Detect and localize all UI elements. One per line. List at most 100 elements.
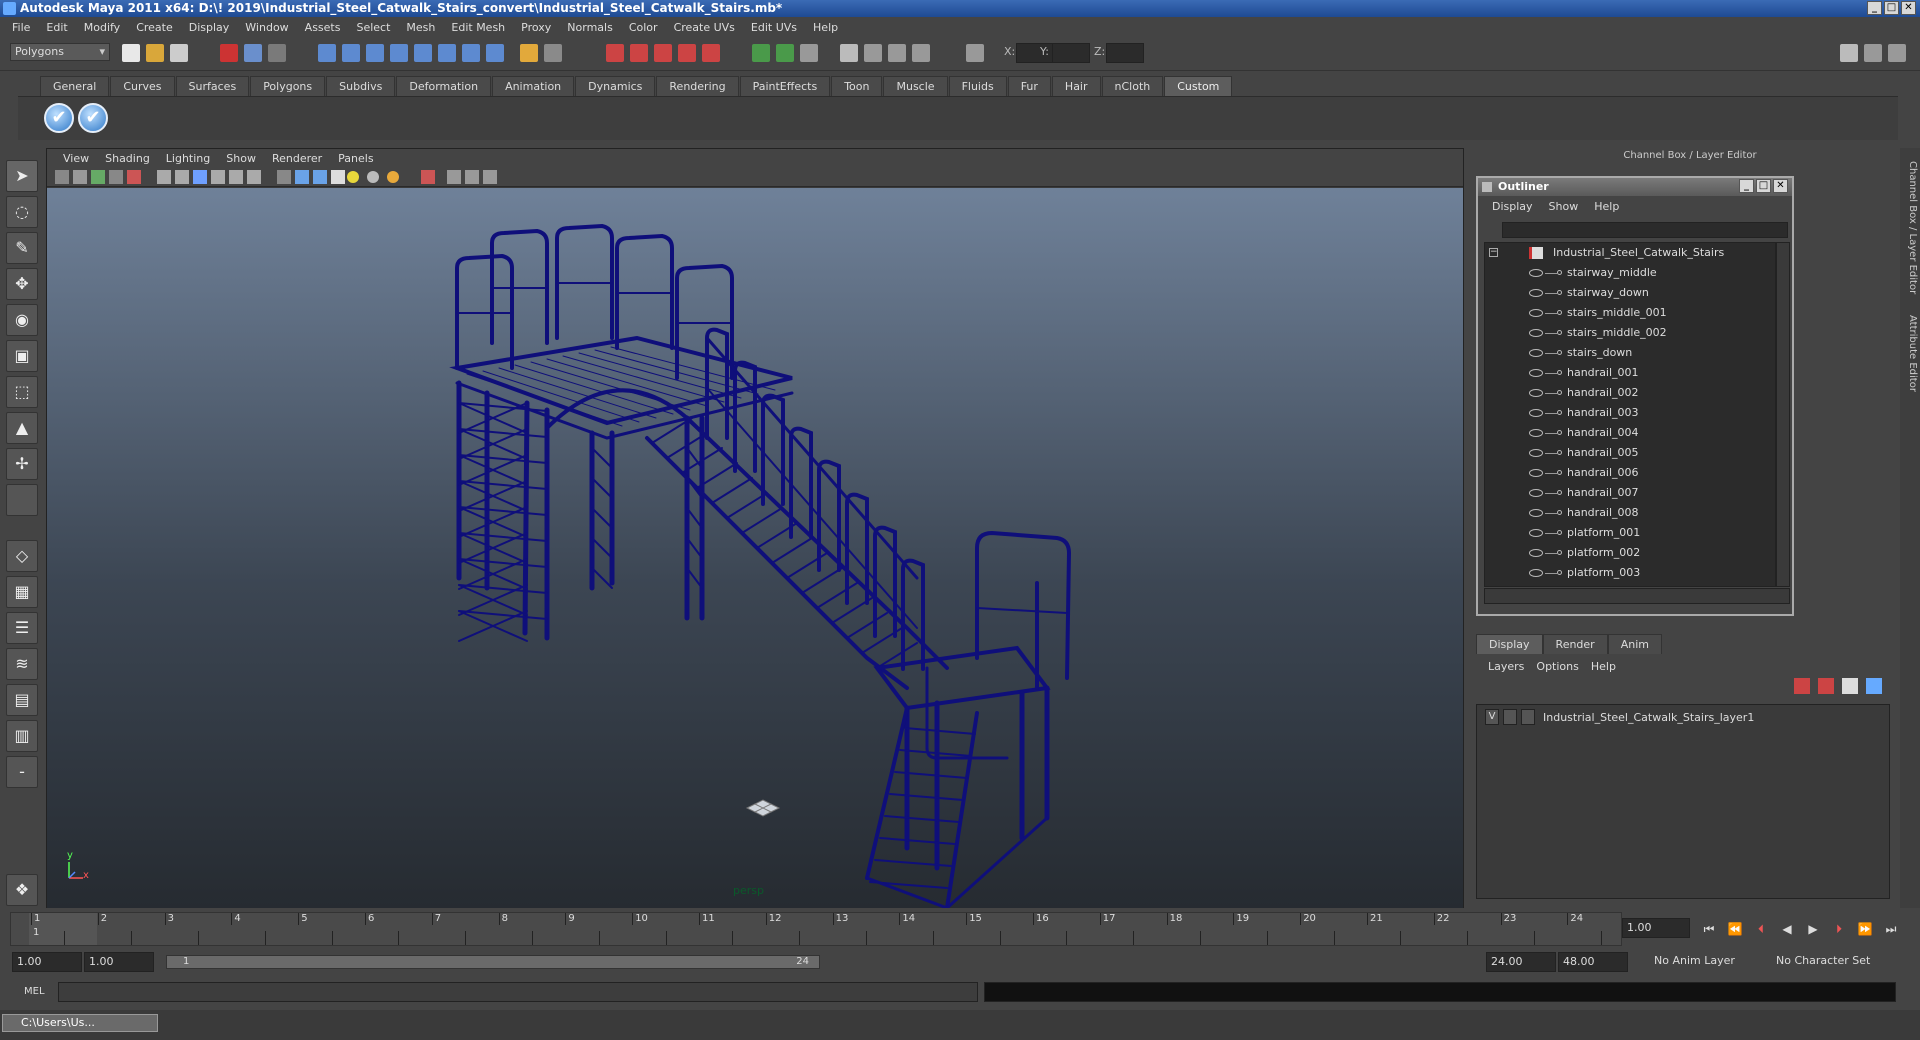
vp-menu-renderer[interactable]: Renderer [264,152,330,165]
render-settings-icon[interactable] [654,44,672,62]
shelf-tab-subdivs[interactable]: Subdivs [326,76,396,96]
vp-menu-show[interactable]: Show [218,152,264,165]
outliner-menu-display[interactable]: Display [1484,200,1541,213]
play-backward-button[interactable]: ◀ [1776,920,1798,938]
shelf-tab-muscle[interactable]: Muscle [883,76,948,96]
menu-edit-mesh[interactable]: Edit Mesh [443,21,513,34]
z-field[interactable] [1106,43,1144,63]
outliner-item[interactable]: stairway_down [1485,283,1775,303]
outliner-item[interactable]: platform_003 [1485,563,1775,583]
vp-menu-shading[interactable]: Shading [97,152,158,165]
toggle-b-icon[interactable] [776,44,794,62]
viewport-toolbar-icons[interactable] [47,167,647,187]
shelf-check-button-1[interactable]: ✔ [44,103,74,133]
menu-edit[interactable]: Edit [38,21,75,34]
collapse-toggle-icon[interactable]: − [1489,248,1498,257]
side-tab-attribute-editor[interactable]: Attribute Editor [1902,308,1918,398]
menu-window[interactable]: Window [237,21,296,34]
panel-layout-d-icon[interactable] [912,44,930,62]
outliner-list[interactable]: − Industrial_Steel_Catwalk_Stairs stairway… [1484,242,1776,587]
render-view-icon[interactable] [702,44,720,62]
shelf-tab-rendering[interactable]: Rendering [656,76,739,96]
outliner-item[interactable]: stairs_down [1485,343,1775,363]
outliner-filter-field[interactable] [1502,222,1788,238]
menu-mesh[interactable]: Mesh [398,21,443,34]
outliner-item[interactable]: stairs_middle_001 [1485,303,1775,323]
shelf-tab-fluids[interactable]: Fluids [948,76,1007,96]
snap-point-icon[interactable] [366,44,384,62]
layer-sort-icon[interactable] [1866,678,1882,694]
output-ops-icon[interactable] [544,44,562,62]
menu-normals[interactable]: Normals [559,21,621,34]
new-scene-icon[interactable] [122,44,140,62]
anim-end-field[interactable]: 48.00 [1558,952,1628,972]
move-tool-icon[interactable]: ✥ [6,268,38,300]
transform-input-icon[interactable] [966,44,984,62]
outliner-item[interactable]: handrail_003 [1485,403,1775,423]
soft-modification-icon[interactable]: ▲ [6,412,38,444]
outliner-maximize-button[interactable]: □ [1756,179,1771,193]
render-layer-icon[interactable]: ❖ [6,874,38,906]
close-button[interactable]: ✕ [1901,1,1916,15]
show-attribute-editor-icon[interactable] [1840,44,1858,62]
layout-hypershade-icon[interactable]: ▤ [6,684,38,716]
outliner-item[interactable]: handrail_007 [1485,483,1775,503]
layer-playback-toggle[interactable] [1503,709,1517,725]
panel-layout-b-icon[interactable] [864,44,882,62]
layer-options-icon[interactable] [1842,678,1858,694]
vp-menu-panels[interactable]: Panels [330,152,381,165]
character-set-dropdown[interactable]: No Character Set [1772,952,1882,972]
outliner-item[interactable]: stairs_middle_002 [1485,323,1775,343]
snap-plane-icon[interactable] [390,44,408,62]
vp-menu-view[interactable]: View [55,152,97,165]
outliner-item[interactable]: platform_002 [1485,543,1775,563]
layer-menu-options[interactable]: Options [1530,660,1584,673]
ipr-render-icon[interactable] [630,44,648,62]
menu-create[interactable]: Create [128,21,181,34]
rotate-tool-icon[interactable]: ◉ [6,304,38,336]
maximize-button[interactable]: □ [1884,1,1899,15]
show-manipulator-icon[interactable]: ✢ [6,448,38,480]
select-object-icon[interactable] [244,44,262,62]
lasso-tool-icon[interactable]: ◌ [6,196,38,228]
playback-start-field[interactable]: 1.00 [84,952,154,972]
shelf-tab-animation[interactable]: Animation [492,76,575,96]
shelf-tab-painteffects[interactable]: PaintEffects [739,76,831,96]
step-back-key-button[interactable]: ⏴ [1750,920,1772,938]
show-channel-box-icon[interactable] [1888,44,1906,62]
step-forward-button[interactable]: ⏩ [1854,920,1876,938]
layer-visibility-toggle[interactable]: V [1485,709,1499,725]
layer-menu-layers[interactable]: Layers [1482,660,1530,673]
outliner-item[interactable]: handrail_006 [1485,463,1775,483]
outliner-root-row[interactable]: − Industrial_Steel_Catwalk_Stairs [1485,243,1775,263]
side-tab-channel-box[interactable]: Channel Box / Layer Editor [1902,158,1918,298]
shelf-tab-dynamics[interactable]: Dynamics [575,76,656,96]
select-tool-icon[interactable]: ➤ [6,160,38,192]
layer-tab-display[interactable]: Display [1476,634,1543,654]
shelf-check-button-2[interactable]: ✔ [78,103,108,133]
outliner-item[interactable]: stairway_middle [1485,263,1775,283]
help-line-icon[interactable] [486,44,504,62]
panel-layout-a-icon[interactable] [840,44,858,62]
viewport-scene[interactable]: persp y x [47,188,1463,910]
layer-tab-anim[interactable]: Anim [1607,634,1662,654]
outliner-item[interactable]: handrail_008 [1485,503,1775,523]
shelf-tab-curves[interactable]: Curves [110,76,175,96]
panel-layout-c-icon[interactable] [888,44,906,62]
command-language-label[interactable]: MEL [24,986,45,997]
layer-color-swatch[interactable] [1521,709,1535,725]
menu-assets[interactable]: Assets [297,21,349,34]
vp-menu-lighting[interactable]: Lighting [158,152,218,165]
shelf-tab-hair[interactable]: Hair [1051,76,1101,96]
paint-select-tool-icon[interactable]: ✎ [6,232,38,264]
construction-icon[interactable] [462,44,480,62]
outliner-item[interactable]: handrail_002 [1485,383,1775,403]
new-layer-selected-icon[interactable] [1818,678,1834,694]
perspective-viewport[interactable]: View Shading Lighting Show Renderer Pane… [46,148,1464,910]
menu-create-uvs[interactable]: Create UVs [666,21,743,34]
toggle-c-icon[interactable] [800,44,818,62]
input-ops-icon[interactable] [520,44,538,62]
menu-file[interactable]: File [4,21,38,34]
layout-single-icon[interactable]: ◇ [6,540,38,572]
outliner-menu-help[interactable]: Help [1586,200,1627,213]
